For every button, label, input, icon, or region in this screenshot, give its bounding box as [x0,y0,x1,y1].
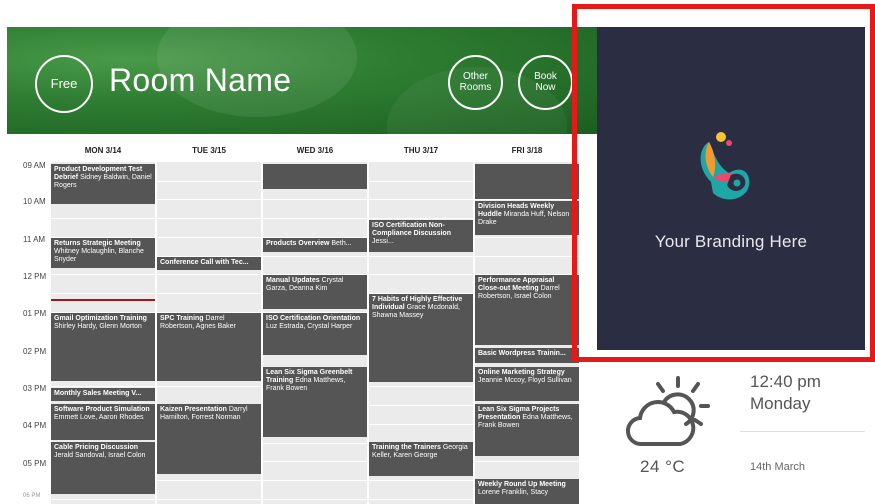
calendar-event[interactable]: ISO Certification Orientation Luz Estrad… [263,313,367,355]
calendar-event[interactable]: Manual Updates Crystal Garza, Deanna Kim [263,275,367,309]
slot-divider [51,218,155,220]
day-header-thu: THU 3/17 [403,146,439,155]
calendar-event[interactable]: Online Marketing Strategy Jeannie Mccoy,… [475,367,579,401]
calendar-event[interactable] [475,164,579,199]
slot-divider [263,255,367,257]
branding-highlight-frame [572,4,875,362]
slot-divider [51,498,155,500]
calendar-event[interactable]: Returns Strategic Meeting Whitney Mclaug… [51,238,155,268]
calendar-event[interactable]: ISO Certification Non-Compliance Discuss… [369,220,473,252]
slot-divider [157,236,261,238]
slot-divider [263,498,367,500]
slot-divider [369,180,473,182]
slot-divider [475,461,579,463]
day-header-wed: WED 3/16 [296,146,334,155]
week-calendar: MON 3/14 TUE 3/15 WED 3/16 THU 3/17 FRI … [7,134,598,504]
time-label: 10 AM [23,197,46,206]
slot-divider [157,180,261,182]
room-name-title: Room Name [109,62,292,98]
clock-day: Monday [750,394,811,413]
calendar-event[interactable]: Cable Pricing Discussion Jerald Sandoval… [51,442,155,494]
slot-divider [369,218,473,220]
calendar-event[interactable]: Monthly Sales Meeting V... [51,388,155,401]
time-label: 04 PM [23,421,47,430]
slot-divider [475,236,579,238]
slot-divider [157,292,261,294]
slot-divider [157,386,261,388]
day-header-mon: MON 3/14 [84,146,122,155]
slot-divider [369,255,473,257]
calendar-event[interactable]: Division Heads Weekly Huddle Miranda Huf… [475,201,579,235]
other-rooms-label: Other Rooms [459,71,492,93]
time-label: 12 PM [23,272,47,281]
calendar-event[interactable]: Conference Call with Tec... [157,257,261,270]
slot-divider [263,461,367,463]
slot-divider [51,274,155,276]
day-header-tue: TUE 3/15 [192,146,226,155]
slot-divider [51,292,155,294]
slot-divider [369,498,473,500]
slot-divider [369,386,473,388]
calendar-event[interactable]: Software Product Simulation Emmett Love,… [51,404,155,440]
current-time-indicator [51,299,155,301]
calendar-event[interactable]: Basic Wordpress Trainin... [475,348,579,363]
time-label: 02 PM [23,347,47,356]
day-header-fri: FRI 3/18 [511,146,543,155]
slot-divider [263,218,367,220]
time-label: 03 PM [23,384,47,393]
time-label: 06 PM [23,493,41,499]
slot-divider [157,274,261,276]
time-label: 09 AM [23,161,46,170]
calendar-event[interactable]: Training the Trainers Georgia Keller, Ka… [369,442,473,476]
clock-divider [740,431,865,432]
slot-divider [369,479,473,481]
slot-divider [369,405,473,407]
slot-divider [263,199,367,201]
calendar-event[interactable]: Products Overview Beth... [263,238,367,252]
slot-divider [369,423,473,425]
slot-divider [157,498,261,500]
slot-divider [369,274,473,276]
calendar-event[interactable]: Lean Six Sigma Projects Presentation Edn… [475,404,579,456]
clock-date: 14th March [750,461,806,473]
calendar-event[interactable]: Weekly Round Up Meeting Lorene Franklin,… [475,479,579,504]
book-now-label: Book Now [534,71,557,93]
slot-divider [369,199,473,201]
calendar-event[interactable]: Gmail Optimization Training Shirley Hard… [51,313,155,381]
time-label: 01 PM [23,309,47,318]
time-label: 05 PM [23,459,47,468]
calendar-event[interactable]: Kaizen Presentation Darryl Hamilton, For… [157,404,261,474]
room-header: Free Room Name Other Rooms Book Now [7,27,598,134]
other-rooms-button[interactable]: Other Rooms [448,55,503,110]
time-label: 11 AM [23,235,46,244]
status-free-badge: Free [35,55,93,113]
clock-time: 12:40 pm [750,372,821,391]
slot-divider [475,255,579,257]
calendar-event[interactable]: Performance Appraisal Close-out Meeting … [475,275,579,345]
slot-divider [157,218,261,220]
book-now-button[interactable]: Book Now [518,55,573,110]
temperature-value: 24 °C [640,457,686,476]
slot-divider [157,199,261,201]
slot-divider [263,442,367,444]
calendar-event[interactable]: 7 Habits of Highly Effective Individual … [369,294,473,382]
status-free-label: Free [50,76,78,92]
calendar-event[interactable] [263,164,367,189]
slot-divider [263,479,367,481]
calendar-event[interactable]: Lean Six Sigma Greenbelt Training Edna M… [263,367,367,437]
partly-cloudy-icon [626,376,710,447]
slot-divider [157,479,261,481]
calendar-event[interactable]: Product Development Test Debrief Sidney … [51,164,155,204]
calendar-event[interactable]: SPC Training Darrel Robertson, Agnes Bak… [157,313,261,381]
